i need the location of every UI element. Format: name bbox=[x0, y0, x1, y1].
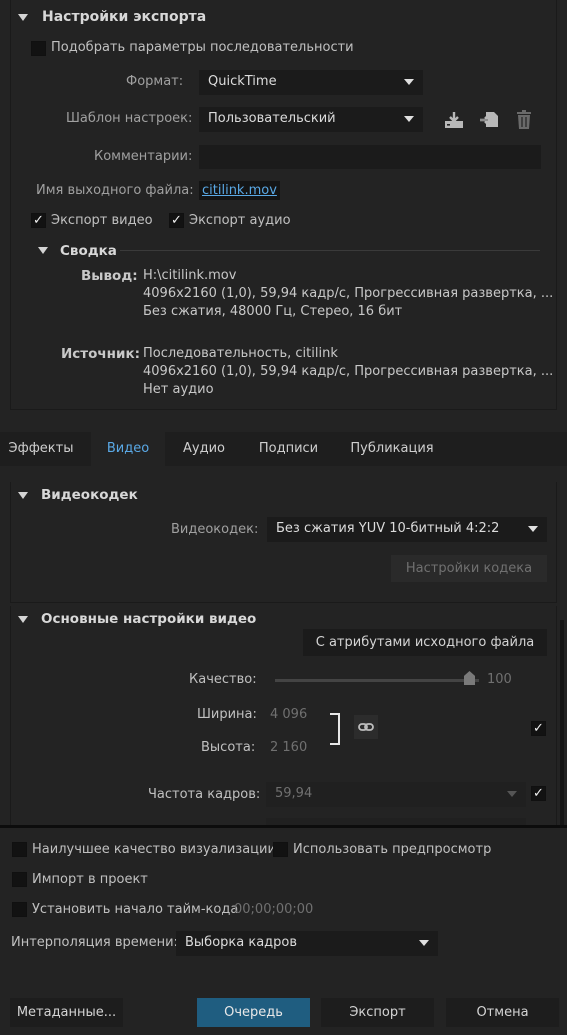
quality-label: Качество: bbox=[189, 672, 257, 687]
summary-title: Сводка bbox=[60, 243, 117, 259]
import-preset-icon[interactable] bbox=[478, 109, 500, 131]
aspect-link-bracket bbox=[330, 713, 340, 745]
vertical-scrollbar[interactable] bbox=[560, 620, 564, 826]
chevron-down-icon bbox=[528, 526, 538, 532]
metadata-button[interactable]: Метаданные... bbox=[10, 998, 123, 1027]
output-name-value: citilink.mov bbox=[202, 183, 277, 198]
comments-label: Комментарии: bbox=[94, 149, 193, 164]
start-timecode-checkbox[interactable] bbox=[12, 902, 27, 917]
tab-video[interactable]: Видео bbox=[91, 432, 165, 466]
comments-input[interactable] bbox=[199, 145, 541, 169]
format-value: QuickTime bbox=[208, 74, 277, 89]
width-value[interactable]: 4 096 bbox=[270, 707, 307, 722]
codec-settings-button[interactable]: Настройки кодека bbox=[391, 555, 547, 582]
output-name-link[interactable]: citilink.mov bbox=[199, 181, 280, 200]
height-value[interactable]: 2 160 bbox=[270, 740, 307, 755]
codec-label: Видеокодек: bbox=[171, 522, 259, 537]
source-summary-label: Источник: bbox=[61, 346, 141, 362]
width-label: Ширина: bbox=[197, 707, 257, 722]
max-render-quality-checkbox[interactable] bbox=[12, 842, 27, 857]
quality-value: 100 bbox=[487, 672, 512, 687]
output-summary-label: Вывод: bbox=[81, 268, 138, 284]
source-summary-line: Последовательность, citilink bbox=[143, 346, 338, 361]
use-previews-label: Использовать предпросмотр bbox=[293, 842, 492, 857]
start-timecode-label: Установить начало тайм-кода bbox=[32, 902, 239, 917]
import-into-project-label: Импорт в проект bbox=[32, 872, 148, 887]
collapse-triangle-icon[interactable] bbox=[18, 14, 28, 21]
collapse-triangle-icon[interactable] bbox=[18, 492, 28, 499]
summary-divider bbox=[120, 250, 540, 251]
export-button[interactable]: Экспорт bbox=[321, 998, 434, 1027]
cancel-button[interactable]: Отмена bbox=[446, 998, 559, 1027]
chevron-down-icon bbox=[404, 79, 414, 85]
match-sequence-checkbox[interactable] bbox=[31, 41, 46, 56]
start-timecode-value[interactable]: 00;00;00;00 bbox=[234, 902, 313, 917]
codec-value: Без сжатия YUV 10-битный 4:2:2 bbox=[276, 521, 500, 536]
chevron-down-icon bbox=[507, 791, 517, 797]
tab-publish[interactable]: Публикация bbox=[337, 432, 447, 466]
basic-video-title: Основные настройки видео bbox=[41, 611, 257, 627]
use-previews-checkbox[interactable] bbox=[273, 842, 288, 857]
export-video-label: Экспорт видео bbox=[51, 213, 153, 228]
frame-rate-checkbox[interactable]: ✓ bbox=[531, 786, 546, 801]
match-sequence-label: Подобрать параметры последовательности bbox=[51, 40, 354, 55]
chevron-down-icon bbox=[419, 940, 429, 946]
save-preset-icon[interactable] bbox=[443, 109, 465, 131]
chain-link-icon[interactable] bbox=[354, 715, 378, 739]
collapse-triangle-icon[interactable] bbox=[38, 247, 48, 254]
preset-label: Шаблон настроек: bbox=[66, 111, 193, 126]
time-interpolation-label: Интерполяция времени: bbox=[11, 935, 178, 950]
collapse-triangle-icon[interactable] bbox=[18, 616, 28, 623]
match-source-button[interactable]: С атрибутами исходного файла bbox=[303, 629, 547, 656]
format-label: Формат: bbox=[126, 74, 184, 89]
quality-slider-fill bbox=[275, 679, 479, 682]
preset-value: Пользовательский bbox=[208, 111, 336, 126]
video-codec-title: Видеокодек bbox=[41, 487, 138, 503]
frame-rate-select[interactable]: 59,94 bbox=[266, 782, 526, 807]
source-summary-line: 4096x2160 (1,0), 59,94 кадр/с, Прогресси… bbox=[143, 364, 554, 379]
codec-select[interactable]: Без сжатия YUV 10-битный 4:2:2 bbox=[267, 517, 547, 542]
time-interpolation-select[interactable]: Выборка кадров bbox=[176, 931, 438, 956]
section-divider bbox=[0, 825, 567, 828]
frame-rate-value: 59,94 bbox=[275, 786, 313, 801]
export-video-checkbox[interactable]: ✓ bbox=[31, 213, 46, 228]
tab-effects[interactable]: Эффекты bbox=[0, 432, 82, 466]
frame-rate-label: Частота кадров: bbox=[148, 787, 261, 802]
time-interpolation-value: Выборка кадров bbox=[185, 935, 298, 950]
export-audio-checkbox[interactable]: ✓ bbox=[169, 213, 184, 228]
max-render-quality-label: Наилучшее качество визуализации bbox=[32, 842, 276, 857]
output-name-label: Имя выходного файла: bbox=[36, 183, 194, 198]
chevron-down-icon bbox=[404, 116, 414, 122]
export-settings-title: Настройки экспорта bbox=[42, 9, 207, 25]
preset-select[interactable]: Пользовательский bbox=[199, 107, 423, 132]
output-summary-line: 4096x2160 (1,0), 59,94 кадр/с, Прогресси… bbox=[143, 286, 554, 301]
tab-audio[interactable]: Аудио bbox=[166, 432, 242, 466]
queue-button[interactable]: Очередь bbox=[197, 998, 310, 1027]
output-summary-line: H:\citilink.mov bbox=[143, 268, 237, 283]
trash-icon[interactable] bbox=[514, 109, 534, 131]
quality-slider[interactable] bbox=[275, 671, 479, 685]
import-into-project-checkbox[interactable] bbox=[12, 872, 27, 887]
source-summary-line: Нет аудио bbox=[143, 382, 214, 397]
output-summary-line: Без сжатия, 48000 Гц, Стерео, 16 бит bbox=[143, 304, 403, 319]
tab-captions[interactable]: Подписи bbox=[244, 432, 333, 466]
size-checkbox[interactable]: ✓ bbox=[531, 721, 546, 736]
export-audio-label: Экспорт аудио bbox=[189, 213, 291, 228]
format-select[interactable]: QuickTime bbox=[199, 70, 423, 95]
height-label: Высота: bbox=[201, 740, 256, 755]
